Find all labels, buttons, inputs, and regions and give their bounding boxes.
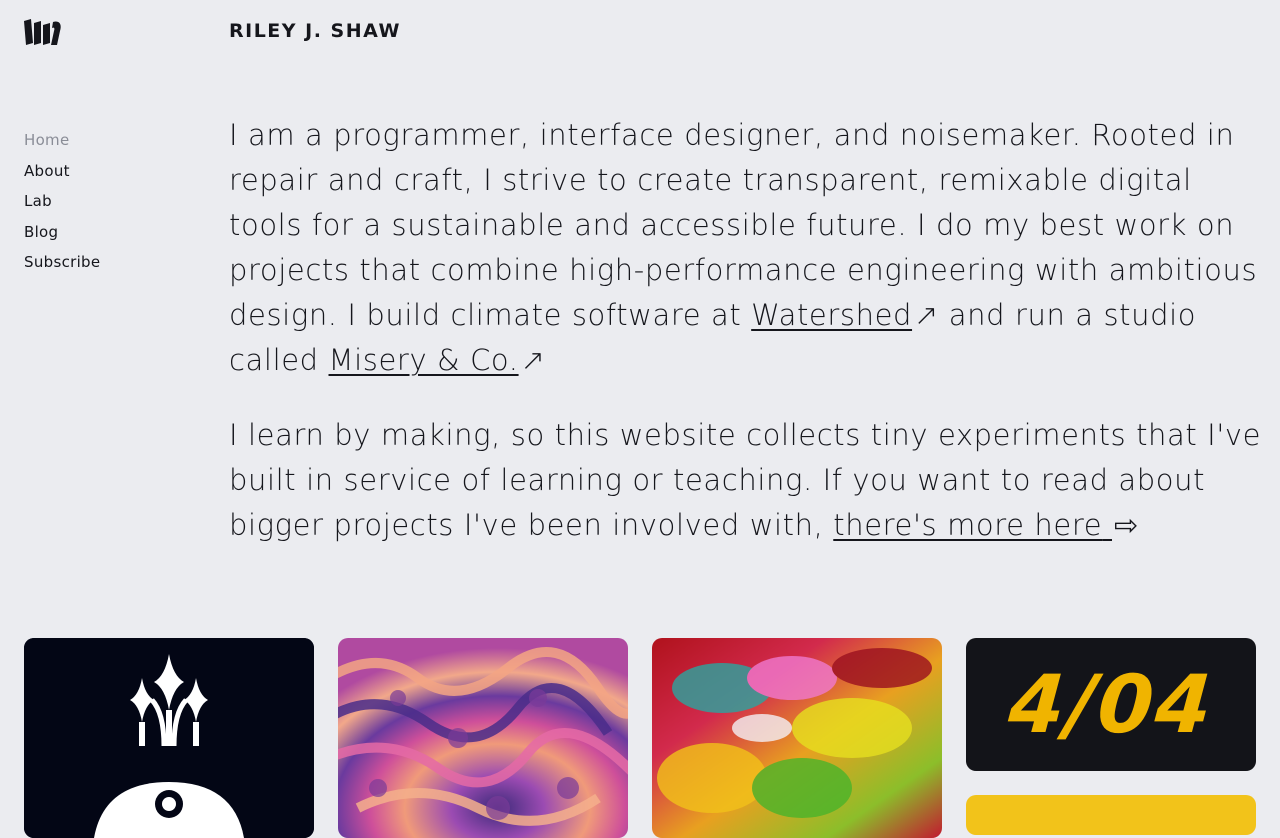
- experiment-card-yellow[interactable]: [966, 795, 1256, 835]
- intro-section: I am a programmer, interface designer, a…: [229, 113, 1269, 578]
- nav-item-subscribe[interactable]: Subscribe: [24, 247, 100, 278]
- nav-item-home[interactable]: Home: [24, 125, 100, 156]
- misery-co-link[interactable]: Misery & Co.↗: [329, 343, 546, 377]
- experiment-cards: 4/04: [24, 638, 1256, 838]
- external-link-icon: ↗: [914, 298, 939, 332]
- emblem-illustration-icon: [24, 638, 314, 838]
- right-arrow-icon: ⇨: [1114, 508, 1139, 542]
- main-nav: Home About Lab Blog Subscribe: [24, 125, 100, 278]
- experiment-card-smoke[interactable]: [652, 638, 942, 838]
- experiment-card-404[interactable]: 4/04: [966, 638, 1256, 771]
- more-projects-link[interactable]: there's more here ⇨: [833, 508, 1139, 542]
- intro-paragraph-1: I am a programmer, interface designer, a…: [229, 113, 1269, 383]
- intro-paragraph-2: I learn by making, so this website colle…: [229, 413, 1269, 548]
- logo-icon[interactable]: [24, 19, 62, 45]
- fractal-spiral-icon: [338, 638, 628, 838]
- nav-item-about[interactable]: About: [24, 156, 100, 187]
- watershed-link[interactable]: Watershed↗: [751, 298, 939, 332]
- site-name[interactable]: RILEY J. SHAW: [229, 20, 401, 42]
- card-404-title: 4/04: [1005, 658, 1217, 751]
- nav-item-lab[interactable]: Lab: [24, 186, 100, 217]
- experiment-card-emblem[interactable]: [24, 638, 314, 838]
- nav-item-blog[interactable]: Blog: [24, 217, 100, 248]
- experiment-card-fractal[interactable]: [338, 638, 628, 838]
- color-smoke-icon: [652, 638, 942, 838]
- external-link-icon: ↗: [520, 343, 546, 377]
